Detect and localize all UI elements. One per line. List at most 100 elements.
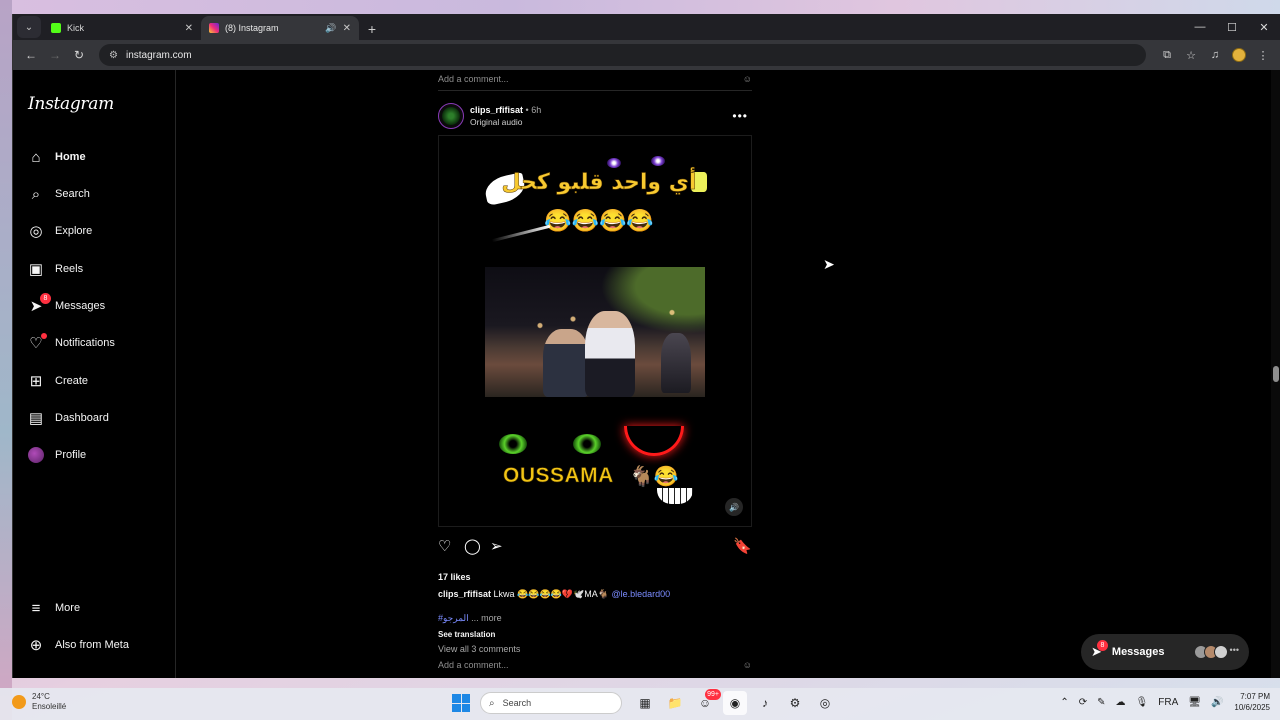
volume-icon[interactable]: 🔊 [1211,697,1223,708]
tab-search-button[interactable]: ⌄ [17,16,41,38]
comment-placeholder: Add a comment... [438,660,509,670]
maximize-button[interactable]: ☐ [1216,14,1248,40]
sidebar-item-profile[interactable]: Profile [27,441,167,469]
page-scrollbar[interactable] [1271,70,1280,678]
tray-app-icon[interactable]: ⟳ [1079,697,1087,708]
close-icon[interactable]: ✕ [185,23,193,34]
weather-widget[interactable]: 24°C Ensoleillé [12,692,66,712]
sidebar-item-messages[interactable]: ➤ 8 Messages [27,292,167,320]
sidebar-item-explore[interactable]: ◎ Explore [27,217,167,245]
back-button[interactable]: ← [19,43,43,67]
emoji-icon[interactable]: ☺ [743,660,752,670]
close-window-button[interactable]: ✕ [1248,14,1280,40]
comment-icon[interactable]: ◯ [464,534,490,558]
mute-toggle-icon[interactable]: 🔊 [725,498,743,516]
more-options-icon[interactable]: ••• [732,109,748,123]
onedrive-icon[interactable]: ☁ [1116,697,1126,708]
chevron-up-icon[interactable]: ⌃ [1060,697,1068,708]
media-control-icon[interactable]: ♫ [1204,44,1226,66]
avatar [27,446,45,464]
speaker-icon[interactable]: 🔊 [325,23,336,34]
messages-badge: 8 [40,293,51,304]
tab-instagram[interactable]: (8) Instagram 🔊 ✕ [201,16,359,40]
clock[interactable]: 7:07 PM 10/6/2025 [1234,691,1270,713]
sidebar-item-label: Reels [55,263,84,275]
sidebar-item-label: More [55,602,81,614]
forward-button[interactable]: → [43,43,67,67]
sidebar-item-also-from-meta[interactable]: ⊕ Also from Meta [27,631,167,659]
post-audio[interactable]: Original audio [470,116,732,128]
post-author-info: clips_rfifisat • 6h Original audio [470,104,732,128]
post-time[interactable]: 6h [531,105,541,115]
see-translation-link[interactable]: See translation [438,630,495,639]
discord-icon[interactable]: ☺ 99+ [693,689,721,715]
view-comments-link[interactable]: View all 3 comments [438,644,520,654]
file-explorer-icon[interactable]: 📁 [663,691,687,715]
previous-post-comment-field[interactable]: Add a comment... ☺ [438,70,752,88]
instagram-logo[interactable]: Instagram [28,94,114,114]
clock-date: 10/6/2025 [1234,703,1270,712]
install-app-icon[interactable]: ⧉ [1156,44,1178,66]
messages-badge: 8 [1096,640,1108,651]
weather-desc: Ensoleillé [32,702,67,711]
tab-kick[interactable]: Kick ✕ [43,16,201,40]
window-controls: — ☐ ✕ [1184,14,1280,40]
caption-hashtag[interactable]: #المرجو [438,613,469,623]
reels-icon: ▣ [28,261,44,278]
taskbar-search[interactable]: ⌕ Search [480,692,622,714]
post-media-video[interactable]: أي واحد قلبو كحل 😂😂😂😂 OUSSAMA 🐐😂 🔊 [438,135,752,527]
reload-button[interactable]: ↻ [67,43,91,67]
sidebar-item-search[interactable]: ⌕ Search [27,180,167,208]
url-text: instagram.com [125,49,192,61]
sidebar-item-home[interactable]: ⌂ Home [27,143,167,171]
address-bar[interactable]: ⚙ instagram.com [99,44,1146,66]
bookmark-icon[interactable]: 🔖 [726,534,752,558]
sidebar-item-more[interactable]: ≡ More [27,594,167,622]
sidebar-item-notifications[interactable]: ♡ Notifications [27,329,167,357]
tray-pen-icon[interactable]: ✎ [1097,697,1105,708]
sidebar-item-label: Notifications [55,337,115,349]
share-icon[interactable]: ➢ [490,534,516,558]
chrome-alt-icon[interactable]: ◎ [813,691,837,715]
likes-count[interactable]: 17 likes [438,572,471,582]
profile-avatar[interactable] [1228,44,1250,66]
network-icon[interactable]: 🖥 [1188,697,1201,708]
hamburger-icon: ≡ [31,599,41,617]
sidebar-item-dashboard[interactable]: ▤ Dashboard [27,404,167,432]
windows-start-icon[interactable] [452,694,470,712]
caption-more-link[interactable]: ... more [471,613,502,623]
steam-icon[interactable]: ⚙ [783,691,807,715]
task-view-icon[interactable]: ▦ [633,691,657,715]
messages-floating-button[interactable]: ➤ 8 Messages ••• [1081,634,1249,670]
media-arabic-caption: أي واحد قلبو كحل [501,170,697,196]
chrome-icon[interactable]: ◉ [723,691,747,715]
sidebar-item-label: Create [55,375,89,387]
language-indicator[interactable]: FRA [1158,697,1178,708]
add-comment-field[interactable]: Add a comment... ☺ [438,660,752,670]
caption-mention[interactable]: @le.bledard00 [612,589,671,599]
search-icon: ⌕ [31,185,41,203]
close-icon[interactable]: ✕ [343,23,351,34]
kick-icon [51,23,61,33]
new-tab-button[interactable]: + [361,18,383,40]
browser-menu-icon[interactable]: ⋮ [1252,44,1274,66]
site-info-icon[interactable]: ⚙ [109,50,118,61]
emoji-icon[interactable]: ☺ [743,74,752,84]
browser-window: ⌄ Kick ✕ (8) Instagram 🔊 ✕ + — ☐ ✕ ← → ↻… [12,14,1280,678]
sidebar-item-label: Home [55,151,86,163]
bookmark-star-icon[interactable]: ☆ [1180,44,1202,66]
caption-username[interactable]: clips_rfifisat [438,589,491,599]
minimize-button[interactable]: — [1184,14,1216,40]
post-username[interactable]: clips_rfifisat [470,105,523,115]
sidebar-item-create[interactable]: ⊞ Create [27,367,167,395]
sidebar-item-reels[interactable]: ▣ Reels [27,255,167,283]
tab-strip: ⌄ Kick ✕ (8) Instagram 🔊 ✕ + — ☐ ✕ [13,14,1280,40]
video-frame-photo [485,267,705,397]
microphone-icon[interactable]: 🎙 [1136,697,1149,708]
like-heart-icon[interactable]: ♡ [438,534,464,558]
spotify-icon[interactable]: ♪ [753,691,777,715]
post-author-avatar[interactable] [438,103,464,129]
bottom-graphic: OUSSAMA 🐐😂 [499,426,699,506]
scrollbar-thumb[interactable] [1273,366,1279,382]
comment-placeholder: Add a comment... [438,74,509,84]
